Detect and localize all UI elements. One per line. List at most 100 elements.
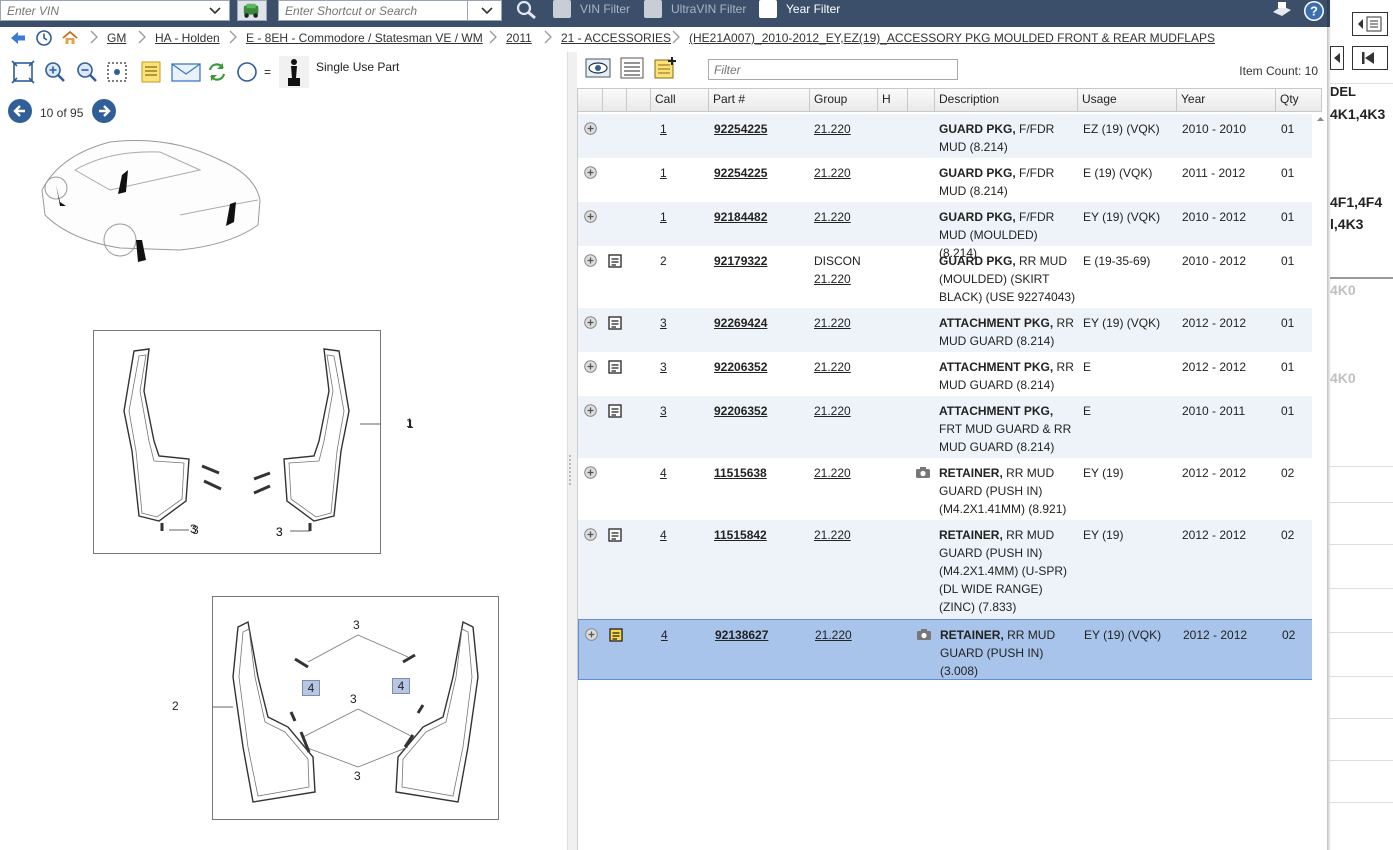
expand-row-icon[interactable] bbox=[584, 122, 597, 135]
header-expand[interactable] bbox=[578, 89, 603, 111]
header-call[interactable]: Call bbox=[651, 89, 709, 111]
callout-2-label[interactable]: 2 bbox=[172, 699, 179, 713]
view-options-icon[interactable] bbox=[585, 55, 611, 81]
zoom-out-icon[interactable] bbox=[75, 60, 99, 84]
breadcrumb-group[interactable]: 21 - ACCESSORIES bbox=[561, 31, 671, 45]
call-number[interactable]: 1 bbox=[660, 164, 667, 182]
callout-3-label[interactable]: 3 bbox=[354, 769, 361, 783]
notes-icon[interactable] bbox=[139, 60, 163, 84]
callout-3-label[interactable]: 3 bbox=[190, 522, 197, 536]
expand-row-icon[interactable] bbox=[584, 166, 597, 179]
refresh-icon[interactable] bbox=[205, 60, 229, 84]
part-number-link[interactable]: 92184482 bbox=[714, 208, 767, 226]
zoom-area-icon[interactable] bbox=[105, 60, 129, 84]
next-illustration-button[interactable] bbox=[92, 99, 116, 123]
callout-3-label[interactable]: 3 bbox=[350, 692, 357, 706]
expand-row-icon[interactable] bbox=[584, 466, 597, 479]
add-to-list-icon[interactable] bbox=[653, 55, 679, 81]
header-group[interactable]: Group bbox=[810, 89, 878, 111]
header-part-number[interactable]: Part # bbox=[709, 89, 810, 111]
vehicle-icon[interactable] bbox=[237, 0, 267, 21]
pane-splitter[interactable] bbox=[567, 52, 577, 850]
expand-row-icon[interactable] bbox=[585, 628, 598, 641]
breadcrumb-holden[interactable]: HA - Holden bbox=[155, 31, 220, 45]
group-link[interactable]: 21.220 bbox=[814, 210, 851, 224]
group-link[interactable]: 21.220 bbox=[814, 404, 851, 418]
search-icon[interactable] bbox=[515, 0, 539, 20]
expand-row-icon[interactable] bbox=[584, 210, 597, 223]
callout-3-label[interactable]: 3 bbox=[353, 618, 360, 632]
splitter-grip[interactable] bbox=[569, 455, 573, 485]
group-link[interactable]: 21.220 bbox=[814, 360, 851, 374]
call-number[interactable]: 3 bbox=[660, 314, 667, 332]
table-row[interactable]: 3 92206352 21.220 ATTACHMENT PKG, FRT MUD G… bbox=[578, 396, 1313, 458]
home-icon[interactable] bbox=[61, 29, 79, 47]
shortcut-search-box[interactable] bbox=[278, 0, 502, 21]
table-row[interactable]: 4 11515638 21.220 RETAINER, RR MUD GUARD (P… bbox=[578, 458, 1313, 520]
group-link[interactable]: 21.220 bbox=[814, 272, 851, 286]
note-icon[interactable] bbox=[608, 627, 624, 643]
call-number[interactable]: 4 bbox=[660, 464, 667, 482]
group-link[interactable]: 21.220 bbox=[814, 528, 851, 542]
group-link[interactable]: 21.220 bbox=[815, 628, 852, 642]
vin-input-box[interactable] bbox=[0, 0, 230, 21]
chevron-down-icon[interactable] bbox=[209, 4, 221, 16]
part-number-link[interactable]: 92179322 bbox=[714, 252, 767, 270]
part-number-link[interactable]: 92254225 bbox=[714, 164, 767, 182]
part-number-link[interactable]: 11515842 bbox=[714, 526, 767, 544]
callout-4-highlight[interactable]: 4 bbox=[392, 678, 410, 694]
table-row[interactable]: 1 92254225 21.220 GUARD PKG, F/FDR MUD (8.2… bbox=[578, 158, 1313, 202]
history-clock-icon[interactable] bbox=[35, 29, 53, 47]
table-row[interactable]: 1 92254225 21.220 GUARD PKG, F/FDR MUD (8.2… bbox=[578, 114, 1313, 158]
printer-icon[interactable] bbox=[1270, 0, 1294, 20]
zoom-in-icon[interactable] bbox=[43, 60, 67, 84]
call-number[interactable]: 4 bbox=[661, 626, 668, 644]
note-icon[interactable] bbox=[607, 359, 623, 375]
expand-row-icon[interactable] bbox=[584, 254, 597, 267]
call-number[interactable]: 4 bbox=[660, 526, 667, 544]
header-usage[interactable]: Usage bbox=[1078, 89, 1177, 111]
year-filter-checkbox[interactable] bbox=[759, 0, 777, 18]
expand-row-icon[interactable] bbox=[584, 360, 597, 373]
email-icon[interactable] bbox=[170, 60, 202, 84]
expand-row-icon[interactable] bbox=[584, 528, 597, 541]
filter-input[interactable] bbox=[709, 60, 954, 79]
part-number-link[interactable]: 92206352 bbox=[714, 402, 767, 420]
help-icon[interactable]: ? bbox=[1303, 0, 1325, 22]
group-link[interactable]: 21.220 bbox=[814, 166, 851, 180]
header-h[interactable]: H bbox=[878, 89, 908, 111]
filter-box[interactable] bbox=[708, 59, 958, 80]
table-row[interactable]: 3 92206352 21.220 ATTACHMENT PKG, RR MUD GU… bbox=[578, 352, 1313, 396]
shortcut-dropdown[interactable] bbox=[467, 1, 501, 20]
fit-to-window-icon[interactable] bbox=[11, 60, 35, 84]
note-icon[interactable] bbox=[607, 527, 623, 543]
camera-icon[interactable] bbox=[916, 628, 932, 641]
shortcut-input[interactable] bbox=[279, 1, 464, 20]
table-row[interactable]: 4 92138627 21.220 RETAINER, RR MUD GUARD (P… bbox=[578, 619, 1313, 680]
prev-illustration-button[interactable] bbox=[8, 99, 32, 123]
header-blank[interactable] bbox=[627, 89, 651, 111]
call-number[interactable]: 1 bbox=[660, 208, 667, 226]
part-number-link[interactable]: 92206352 bbox=[714, 358, 767, 376]
breadcrumb-year[interactable]: 2011 bbox=[506, 31, 532, 45]
callout-3-label[interactable]: 3 bbox=[276, 525, 283, 539]
header-image[interactable] bbox=[908, 89, 935, 111]
ultravin-filter-checkbox[interactable] bbox=[644, 0, 662, 18]
chevron-down-icon[interactable] bbox=[481, 4, 493, 16]
breadcrumb-illustration[interactable]: (HE21A007)_2010-2012_EY,EZ(19)_ACCESSORY… bbox=[689, 31, 1215, 45]
note-icon[interactable] bbox=[607, 253, 623, 269]
group-link[interactable]: 21.220 bbox=[814, 316, 851, 330]
table-row[interactable]: 2 92179322 DISCON 21.220 GUARD PKG, RR MUD (… bbox=[578, 246, 1313, 308]
header-qty[interactable]: Qty bbox=[1276, 89, 1321, 111]
vin-filter-checkbox[interactable] bbox=[553, 0, 571, 18]
callout-4-highlight[interactable]: 4 bbox=[302, 680, 320, 696]
breadcrumb-model[interactable]: E - 8EH - Commodore / Statesman VE / WM bbox=[246, 31, 483, 45]
call-number[interactable]: 3 bbox=[660, 358, 667, 376]
call-number[interactable]: 1 bbox=[660, 120, 667, 138]
table-row[interactable]: 1 92184482 21.220 GUARD PKG, F/FDR MUD (MOU… bbox=[578, 202, 1313, 260]
part-number-link[interactable]: 92254225 bbox=[714, 120, 767, 138]
table-row[interactable]: 4 11515842 21.220 RETAINER, RR MUD GUARD (P… bbox=[578, 520, 1313, 619]
back-arrow-icon[interactable] bbox=[9, 29, 27, 47]
header-year[interactable]: Year bbox=[1177, 89, 1276, 111]
table-row[interactable]: 3 92269424 21.220 ATTACHMENT PKG, RR MUD GU… bbox=[578, 308, 1313, 352]
